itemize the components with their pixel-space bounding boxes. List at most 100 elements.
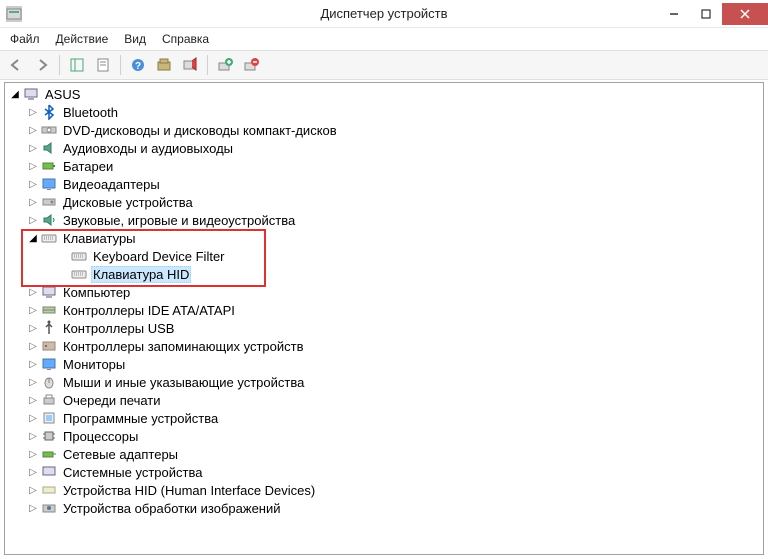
node-label: Видеоадаптеры xyxy=(61,177,162,192)
tree-node-print-queues[interactable]: ▷ Очереди печати xyxy=(7,391,761,409)
content-area[interactable]: ◢ ASUS ▷ Bluetooth ▷ DVD-дисководы и дис… xyxy=(4,82,764,555)
menu-help[interactable]: Справка xyxy=(154,30,217,48)
spacer xyxy=(57,250,69,262)
node-label: Мыши и иные указывающие устройства xyxy=(61,375,306,390)
disk-drive-icon xyxy=(41,194,57,210)
disc-drive-icon xyxy=(41,122,57,138)
tree-node-keyboard-filter[interactable]: Keyboard Device Filter xyxy=(7,247,761,265)
menu-action[interactable]: Действие xyxy=(48,30,117,48)
expand-icon[interactable]: ▷ xyxy=(27,286,39,298)
tree-node-video-adapters[interactable]: ▷ Видеоадаптеры xyxy=(7,175,761,193)
tree-node-storage-controllers[interactable]: ▷ Контроллеры запоминающих устройств xyxy=(7,337,761,355)
node-label: Очереди печати xyxy=(61,393,163,408)
expand-icon[interactable]: ▷ xyxy=(27,160,39,172)
computer-icon xyxy=(41,284,57,300)
expand-icon[interactable]: ▷ xyxy=(27,214,39,226)
properties-button[interactable] xyxy=(91,53,115,77)
node-label: Устройства обработки изображений xyxy=(61,501,283,516)
expand-icon[interactable]: ▷ xyxy=(27,142,39,154)
mouse-icon xyxy=(41,374,57,390)
back-button[interactable] xyxy=(4,53,28,77)
tree-node-mice[interactable]: ▷ Мыши и иные указывающие устройства xyxy=(7,373,761,391)
node-label: Системные устройства xyxy=(61,465,204,480)
titlebar: Диспетчер устройств xyxy=(0,0,768,28)
expand-icon[interactable]: ▷ xyxy=(27,304,39,316)
expand-icon[interactable]: ▷ xyxy=(27,376,39,388)
minimize-button[interactable] xyxy=(658,3,690,25)
forward-button[interactable] xyxy=(30,53,54,77)
expand-icon[interactable]: ▷ xyxy=(27,448,39,460)
uninstall-button[interactable] xyxy=(213,53,237,77)
tree-node-software-devices[interactable]: ▷ Программные устройства xyxy=(7,409,761,427)
menubar: Файл Действие Вид Справка xyxy=(0,28,768,50)
collapse-icon[interactable]: ◢ xyxy=(27,232,39,244)
collapse-icon[interactable]: ◢ xyxy=(9,88,21,100)
tree-node-ide-controllers[interactable]: ▷ Контроллеры IDE ATA/ATAPI xyxy=(7,301,761,319)
expand-icon[interactable]: ▷ xyxy=(27,466,39,478)
node-label: Программные устройства xyxy=(61,411,220,426)
tree-root[interactable]: ◢ ASUS xyxy=(7,85,761,103)
sound-icon xyxy=(41,212,57,228)
tree-node-bluetooth[interactable]: ▷ Bluetooth xyxy=(7,103,761,121)
update-driver-button[interactable] xyxy=(152,53,176,77)
network-icon xyxy=(41,446,57,462)
expand-icon[interactable]: ▷ xyxy=(27,430,39,442)
expand-icon[interactable]: ▷ xyxy=(27,502,39,514)
tree-node-imaging[interactable]: ▷ Устройства обработки изображений xyxy=(7,499,761,517)
help-button[interactable]: ? xyxy=(126,53,150,77)
node-label: Контроллеры USB xyxy=(61,321,176,336)
tree-node-disk-drives[interactable]: ▷ Дисковые устройства xyxy=(7,193,761,211)
expand-icon[interactable]: ▷ xyxy=(27,340,39,352)
node-label: Keyboard Device Filter xyxy=(91,249,227,264)
tree-node-hid-keyboard[interactable]: Клавиатура HID xyxy=(7,265,761,283)
svg-text:?: ? xyxy=(135,61,141,72)
tree-node-monitors[interactable]: ▷ Мониторы xyxy=(7,355,761,373)
show-hide-tree-button[interactable] xyxy=(65,53,89,77)
toolbar-separator xyxy=(59,55,60,75)
window-title: Диспетчер устройств xyxy=(0,6,768,21)
menu-view[interactable]: Вид xyxy=(116,30,154,48)
tree-node-keyboards[interactable]: ◢ Клавиатуры xyxy=(7,229,761,247)
tree-node-audio-io[interactable]: ▷ Аудиовходы и аудиовыходы xyxy=(7,139,761,157)
controller-icon xyxy=(41,302,57,318)
expand-icon[interactable]: ▷ xyxy=(27,484,39,496)
monitor-icon xyxy=(41,356,57,372)
close-button[interactable] xyxy=(722,3,768,25)
toolbar: ? xyxy=(0,50,768,80)
node-label: Bluetooth xyxy=(61,105,120,120)
disable-button[interactable] xyxy=(178,53,202,77)
node-label: Батареи xyxy=(61,159,115,174)
expand-icon[interactable]: ▷ xyxy=(27,124,39,136)
tree-node-hid[interactable]: ▷ Устройства HID (Human Interface Device… xyxy=(7,481,761,499)
expand-icon[interactable]: ▷ xyxy=(27,412,39,424)
toolbar-separator xyxy=(207,55,208,75)
expand-icon[interactable]: ▷ xyxy=(27,358,39,370)
tree-node-batteries[interactable]: ▷ Батареи xyxy=(7,157,761,175)
node-label: Процессоры xyxy=(61,429,140,444)
expand-icon[interactable]: ▷ xyxy=(27,322,39,334)
tree-node-computer[interactable]: ▷ Компьютер xyxy=(7,283,761,301)
tree-node-network-adapters[interactable]: ▷ Сетевые адаптеры xyxy=(7,445,761,463)
device-tree[interactable]: ◢ ASUS ▷ Bluetooth ▷ DVD-дисководы и дис… xyxy=(7,85,761,517)
node-label: Звуковые, игровые и видеоустройства xyxy=(61,213,297,228)
tree-node-sound-video-game[interactable]: ▷ Звуковые, игровые и видеоустройства xyxy=(7,211,761,229)
tree-node-usb-controllers[interactable]: ▷ Контроллеры USB xyxy=(7,319,761,337)
maximize-button[interactable] xyxy=(690,3,722,25)
node-label: Контроллеры запоминающих устройств xyxy=(61,339,305,354)
node-label: Аудиовходы и аудиовыходы xyxy=(61,141,235,156)
node-label: Устройства HID (Human Interface Devices) xyxy=(61,483,317,498)
expand-icon[interactable]: ▷ xyxy=(27,394,39,406)
hid-icon xyxy=(41,482,57,498)
menu-file[interactable]: Файл xyxy=(2,30,48,48)
tree-node-processors[interactable]: ▷ Процессоры xyxy=(7,427,761,445)
tree-node-system-devices[interactable]: ▷ Системные устройства xyxy=(7,463,761,481)
window-controls xyxy=(658,3,768,25)
expand-icon[interactable]: ▷ xyxy=(27,196,39,208)
expand-icon[interactable]: ▷ xyxy=(27,178,39,190)
software-icon xyxy=(41,410,57,426)
tree-node-dvd[interactable]: ▷ DVD-дисководы и дисководы компакт-диск… xyxy=(7,121,761,139)
scan-hardware-button[interactable] xyxy=(239,53,263,77)
expand-icon[interactable]: ▷ xyxy=(27,106,39,118)
app-icon xyxy=(6,6,22,22)
node-label: Мониторы xyxy=(61,357,127,372)
